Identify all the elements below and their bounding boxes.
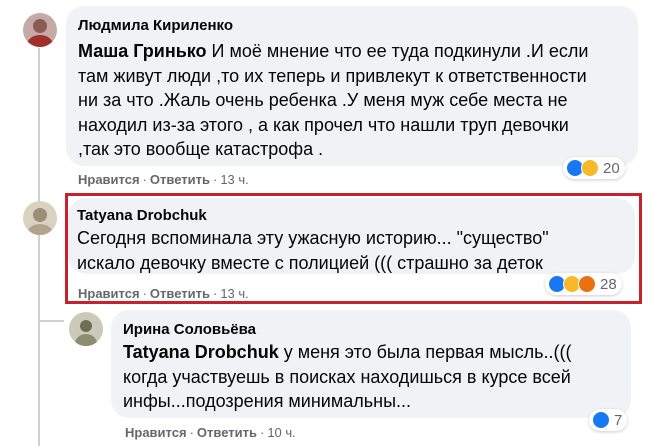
comment-bubble: Людмила Кириленко Маша Гринько И моё мне… bbox=[66, 6, 638, 166]
avatar-image bbox=[75, 320, 97, 346]
like-button[interactable]: Нравится bbox=[125, 425, 187, 440]
comment-author[interactable]: Tatyana Drobchuk bbox=[77, 207, 207, 224]
reply-button[interactable]: Ответить bbox=[197, 425, 257, 440]
like-button[interactable]: Нравится bbox=[78, 286, 140, 301]
comment-text: Маша Гринько И моё мнение что ее туда по… bbox=[78, 41, 589, 159]
comment-text: Tatyana Drobchuk у меня это была первая … bbox=[123, 342, 572, 411]
reaction-count: 7 bbox=[614, 411, 623, 429]
reaction-summary[interactable]: 20 bbox=[563, 157, 625, 179]
comment-bubble: Tatyana Drobchuk Сегодня вспоминала эту … bbox=[68, 198, 635, 274]
reply-button[interactable]: Ответить bbox=[150, 172, 210, 187]
comment-author[interactable]: Людмила Кириленко bbox=[78, 17, 233, 34]
reply-button[interactable]: Ответить bbox=[150, 286, 210, 301]
reaction-summary[interactable]: 28 bbox=[545, 273, 622, 295]
comment-text: Сегодня вспоминала эту ужасную историю..… bbox=[77, 228, 549, 273]
mention-link[interactable]: Маша Гринько bbox=[78, 41, 207, 61]
reaction-count: 20 bbox=[603, 159, 620, 177]
mention-link[interactable]: Tatyana Drobchuk bbox=[123, 342, 279, 362]
reaction-summary[interactable]: 7 bbox=[589, 409, 628, 431]
like-button[interactable]: Нравится bbox=[78, 172, 140, 187]
comment-author[interactable]: Ирина Соловьёва bbox=[123, 321, 256, 338]
thread-connector bbox=[38, 320, 64, 322]
avatar[interactable] bbox=[23, 201, 57, 235]
like-icon bbox=[592, 411, 610, 429]
timestamp[interactable]: 13 ч. bbox=[220, 172, 248, 187]
avatar-image bbox=[27, 208, 53, 235]
angry-icon bbox=[578, 275, 596, 293]
timestamp[interactable]: 10 ч. bbox=[267, 425, 295, 440]
reaction-count: 28 bbox=[600, 275, 617, 293]
comment-bubble: Ирина Соловьёва Tatyana Drobchuk у меня … bbox=[111, 310, 631, 418]
timestamp[interactable]: 13 ч. bbox=[220, 286, 248, 301]
thread-line-reply bbox=[38, 320, 40, 446]
avatar[interactable] bbox=[69, 312, 103, 346]
avatar[interactable] bbox=[23, 13, 57, 47]
comment-actions: Нравится · Ответить · 13 ч. bbox=[78, 172, 249, 187]
comment-actions: Нравится · Ответить · 10 ч. bbox=[125, 425, 296, 440]
sad-icon bbox=[581, 159, 599, 177]
avatar-image bbox=[27, 19, 53, 47]
comment-actions: Нравится · Ответить · 13 ч. bbox=[78, 286, 249, 301]
